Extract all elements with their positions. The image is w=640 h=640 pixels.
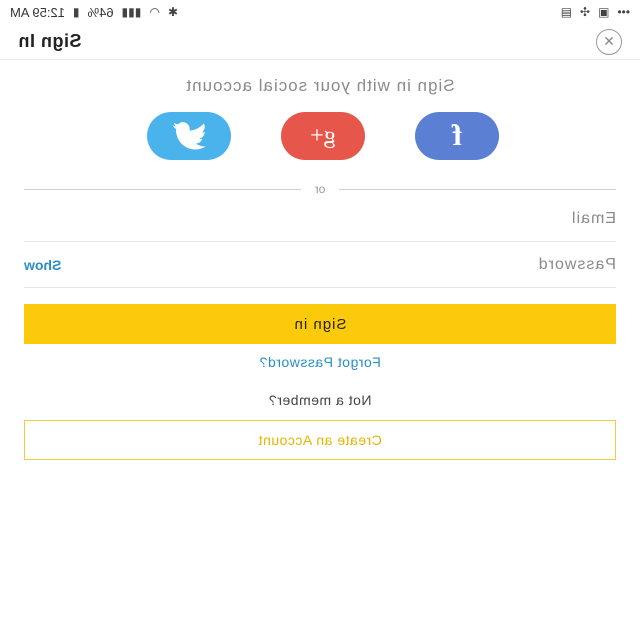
google-plus-button[interactable]: g+	[281, 112, 365, 160]
or-divider: or	[23, 182, 616, 196]
image-icon: ▣	[598, 5, 610, 19]
social-buttons: f g+	[0, 112, 640, 160]
gallery-icon: ▤	[560, 5, 572, 19]
page-title: Sign In	[18, 31, 82, 51]
facebook-icon: f	[452, 119, 462, 152]
email-field[interactable]	[24, 209, 616, 228]
app-bar: ✕ Sign In	[0, 24, 640, 60]
google-plus-icon: g+	[310, 122, 336, 149]
twitter-button[interactable]	[147, 112, 231, 160]
divider-line-right	[23, 188, 301, 190]
close-icon[interactable]: ✕	[596, 28, 622, 55]
forgot-password-link[interactable]: Forgot Password?	[0, 354, 640, 370]
twitter-bird-icon	[172, 122, 206, 150]
divider-line-left	[339, 188, 616, 190]
fan-icon: ✣	[579, 5, 591, 19]
show-password-link[interactable]: Show	[24, 257, 61, 273]
wifi-icon: ◠	[149, 5, 160, 19]
screen: ••• ▣ ✣ ▤ ✱ ◠ ▮▮▮ 64% ▮ 12:59 AM ✕ Sign …	[0, 0, 640, 640]
status-left: ••• ▣ ✣ ▤	[561, 5, 630, 19]
more-dots-icon: •••	[617, 5, 630, 19]
signal-icon: ▮▮▮	[121, 5, 142, 19]
password-field[interactable]	[61, 255, 616, 274]
not-member-text: Not a member?	[268, 392, 372, 408]
status-bar: ••• ▣ ✣ ▤ ✱ ◠ ▮▮▮ 64% ▮ 12:59 AM	[0, 0, 640, 24]
battery-icon: ▮	[72, 5, 80, 19]
social-caption: Sign in with your social account	[185, 76, 455, 95]
status-right: ✱ ◠ ▮▮▮ 64% ▮ 12:59 AM	[10, 5, 178, 20]
facebook-button[interactable]: f	[415, 112, 499, 160]
bluetooth-icon: ✱	[167, 5, 178, 19]
sign-in-button[interactable]: Sign in	[24, 304, 616, 344]
clock: 12:59 AM	[10, 4, 65, 20]
battery-percent: 64%	[87, 4, 114, 20]
password-row: Show	[24, 242, 616, 288]
or-text: or	[314, 182, 326, 196]
email-row	[24, 196, 616, 242]
create-account-button[interactable]: Create an Account	[24, 420, 616, 460]
